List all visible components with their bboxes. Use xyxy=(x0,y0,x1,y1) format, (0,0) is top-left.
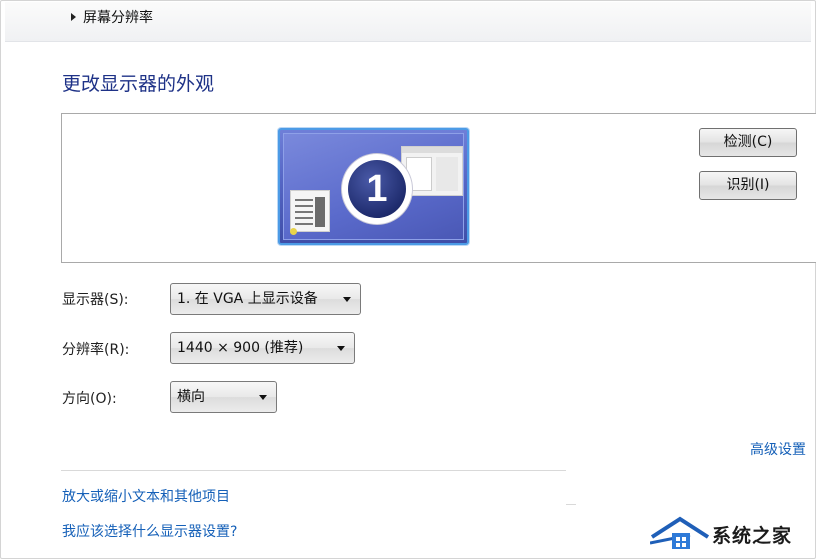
monitor-number-badge: 1 xyxy=(342,154,412,224)
orientation-select[interactable]: 横向 xyxy=(170,381,277,413)
resolution-label: 分辨率(R): xyxy=(62,342,130,358)
chevron-down-icon xyxy=(343,297,351,302)
advanced-settings-link[interactable]: 高级设置 xyxy=(750,439,806,459)
house-logo-icon xyxy=(650,516,710,549)
page-title: 更改显示器的外观 xyxy=(62,73,215,95)
monitor-screen: 1 xyxy=(283,133,464,240)
breadcrumb-bar: 屏幕分辨率 xyxy=(5,2,811,42)
resolution-select-value: 1440 × 900 (推荐) xyxy=(177,340,304,356)
breadcrumb-label[interactable]: 屏幕分辨率 xyxy=(83,7,153,27)
identify-button[interactable]: 识别(I) xyxy=(699,171,797,200)
start-orb-icon xyxy=(290,228,297,235)
display-select[interactable]: 1. 在 VGA 上显示设备 xyxy=(170,283,361,315)
section-divider xyxy=(61,470,566,471)
breadcrumb-arrow-icon[interactable] xyxy=(71,13,76,21)
orientation-label: 方向(O): xyxy=(62,391,117,407)
orientation-select-value: 横向 xyxy=(177,389,205,405)
detect-button[interactable]: 检测(C) xyxy=(699,128,797,157)
divider-fragment xyxy=(566,504,576,505)
display-label: 显示器(S): xyxy=(62,292,129,308)
resolution-select[interactable]: 1440 × 900 (推荐) xyxy=(170,332,355,364)
display-select-value: 1. 在 VGA 上显示设备 xyxy=(177,291,318,307)
chevron-down-icon xyxy=(259,395,267,400)
desktop-document-icon xyxy=(290,190,330,232)
watermark: 系统之家 xyxy=(650,513,816,553)
watermark-text: 系统之家 xyxy=(712,525,793,547)
chevron-down-icon xyxy=(337,346,345,351)
enlarge-text-link[interactable]: 放大或缩小文本和其他项目 xyxy=(62,486,230,506)
which-settings-link[interactable]: 我应该选择什么显示器设置? xyxy=(62,521,237,541)
monitor-1-thumbnail[interactable]: 1 xyxy=(278,128,469,245)
monitor-number: 1 xyxy=(348,160,406,218)
